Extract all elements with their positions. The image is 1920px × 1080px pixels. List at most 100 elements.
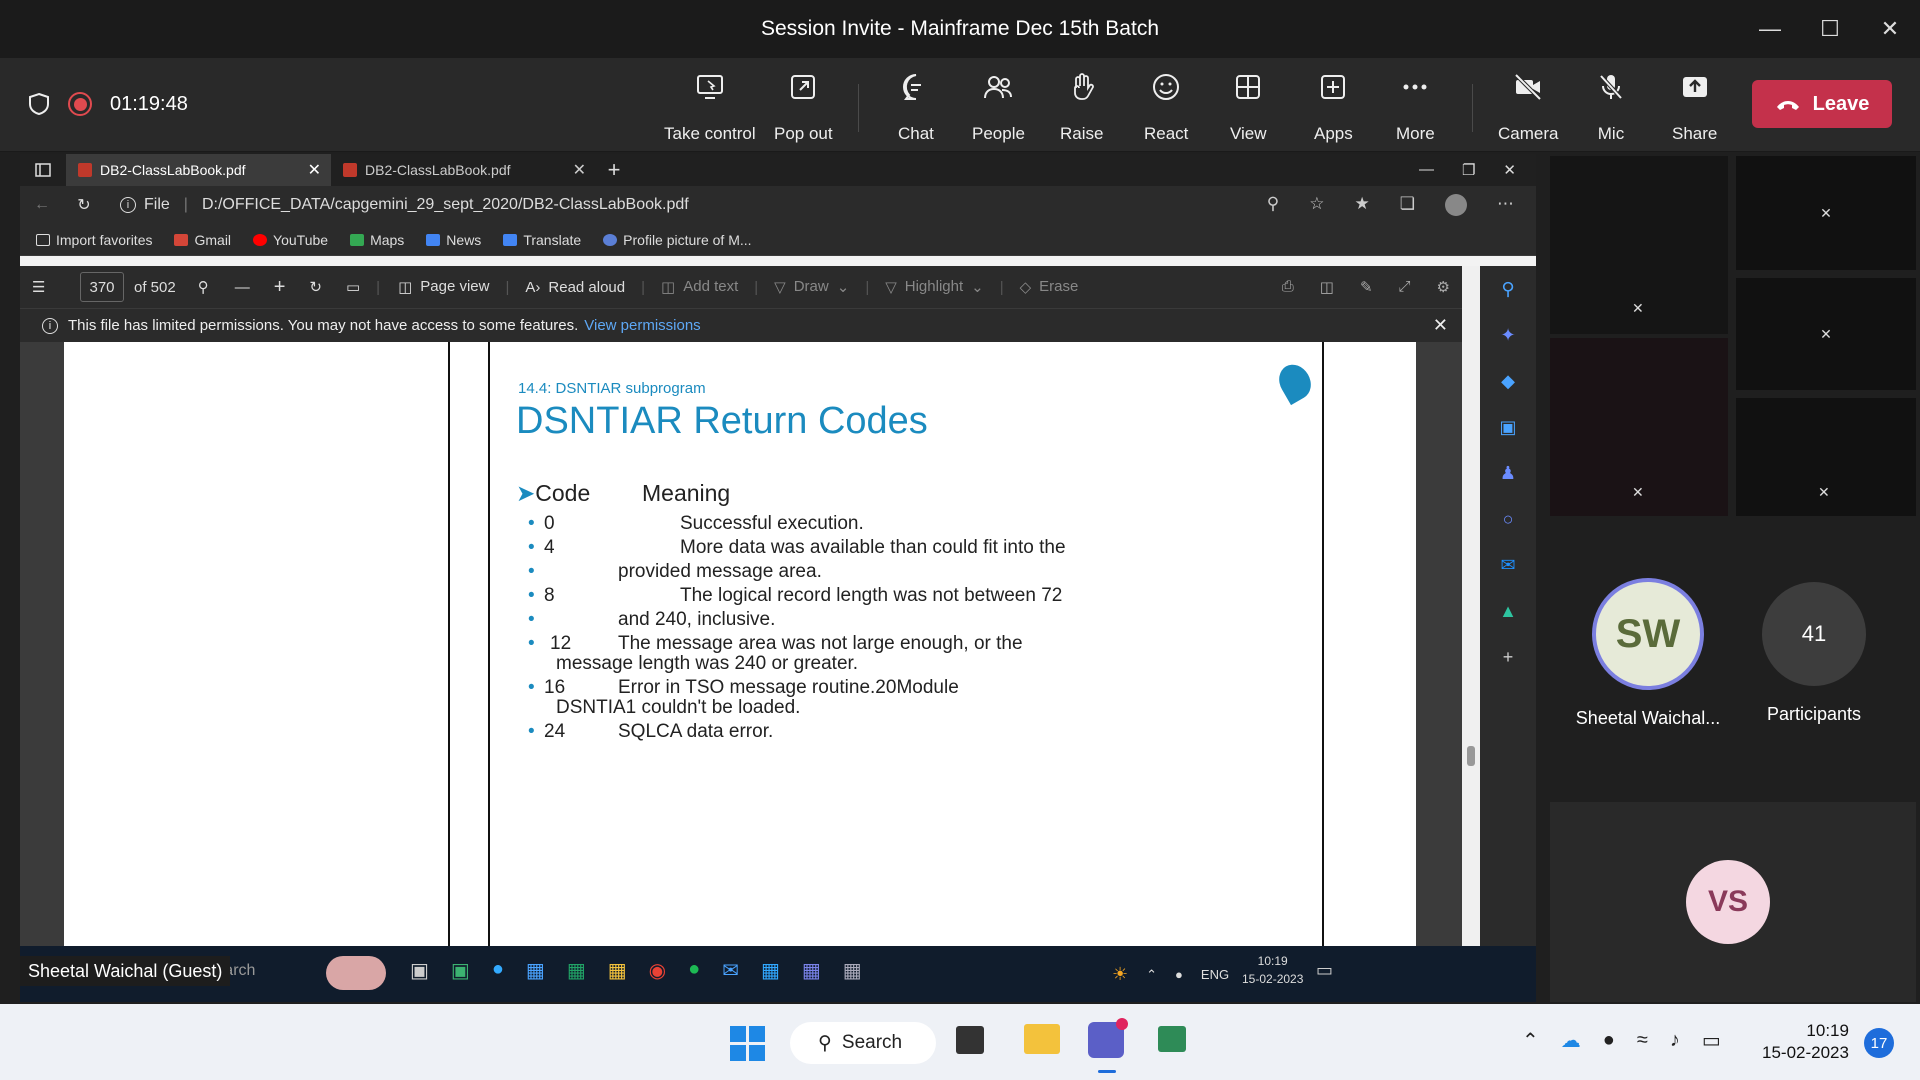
print-icon[interactable]: ⎙: [1282, 278, 1294, 296]
close-tab-icon[interactable]: ✕: [573, 160, 586, 180]
task-view-icon[interactable]: ▣: [410, 958, 429, 983]
zoom-out-icon[interactable]: —: [235, 279, 250, 296]
add-favorite-icon[interactable]: ☆: [1309, 194, 1324, 216]
task-view-icon[interactable]: [956, 1026, 984, 1054]
notification-badge[interactable]: 17: [1864, 1028, 1894, 1058]
collections-icon[interactable]: ❏: [1400, 194, 1415, 216]
sidebar-search-icon[interactable]: ⚲: [1480, 266, 1536, 312]
sidebar-tools-icon[interactable]: ▣: [1480, 404, 1536, 450]
wifi-icon[interactable]: ≈: [1637, 1029, 1648, 1052]
excel-icon[interactable]: ▦: [567, 958, 586, 983]
highlight-button[interactable]: ▽ Highlight ⌄: [885, 278, 984, 296]
page-view-button[interactable]: ◫ Page view: [398, 278, 489, 296]
people-button[interactable]: People: [972, 72, 1025, 144]
save-icon[interactable]: ◫: [1320, 278, 1334, 296]
view-permissions-link[interactable]: View permissions: [584, 317, 700, 334]
sidebar-games-icon[interactable]: ♟: [1480, 450, 1536, 496]
photoshop-icon[interactable]: ▦: [761, 958, 780, 983]
maximize-button[interactable]: ☐: [1800, 0, 1860, 58]
erase-button[interactable]: ◇ Erase: [1020, 278, 1079, 296]
fav-youtube[interactable]: YouTube: [253, 232, 328, 248]
participant-tile[interactable]: VS: [1550, 802, 1916, 1002]
fit-page-icon[interactable]: ▭: [346, 278, 360, 296]
video-tile[interactable]: ✕: [1550, 338, 1728, 516]
edge-icon[interactable]: ●: [492, 958, 504, 983]
sidebar-shopping-icon[interactable]: ◆: [1480, 358, 1536, 404]
chevron-up-icon[interactable]: ⌃: [1146, 967, 1157, 983]
notification-icon[interactable]: ▭: [1316, 960, 1333, 981]
leave-button[interactable]: Leave: [1752, 80, 1892, 128]
sidebar-outlook-icon[interactable]: ✉: [1480, 542, 1536, 588]
browser-minimize-icon[interactable]: —: [1419, 161, 1434, 179]
read-aloud-button[interactable]: A› Read aloud: [525, 279, 625, 296]
sidebar-add-icon[interactable]: +: [1480, 634, 1536, 680]
add-text-button[interactable]: ◫ Add text: [661, 278, 738, 296]
close-button[interactable]: ✕: [1860, 0, 1920, 58]
teams-icon[interactable]: ▦: [802, 958, 821, 983]
clock[interactable]: 10:19 15-02-2023: [1762, 1020, 1849, 1064]
remote-desktop-icon[interactable]: [1158, 1026, 1186, 1052]
react-button[interactable]: React: [1144, 72, 1188, 144]
sidebar-discover-icon[interactable]: ✦: [1480, 312, 1536, 358]
teams-icon[interactable]: [1088, 1018, 1128, 1058]
camera-button[interactable]: Camera: [1498, 72, 1558, 144]
video-tile[interactable]: ✕: [1736, 398, 1916, 516]
fav-maps[interactable]: Maps: [350, 232, 404, 248]
app-icon[interactable]: ▣: [451, 958, 470, 983]
chrome-icon[interactable]: ◉: [649, 958, 666, 983]
sidebar-drop-icon[interactable]: ▲: [1480, 588, 1536, 634]
save-as-icon[interactable]: ✎: [1360, 278, 1373, 296]
explorer-icon[interactable]: ▦: [608, 958, 627, 983]
pdf-settings-icon[interactable]: ⚙: [1437, 278, 1450, 296]
search-icon[interactable]: ⚲: [198, 278, 209, 296]
video-tile[interactable]: ✕: [1550, 156, 1728, 334]
browser-restore-icon[interactable]: ❐: [1462, 161, 1475, 179]
pdf-scrollbar[interactable]: [1462, 266, 1480, 1002]
tab-pdf-1[interactable]: DB2-ClassLabBook.pdf ✕: [66, 154, 331, 186]
fullscreen-icon[interactable]: ⤢: [1399, 278, 1411, 296]
zoom-icon[interactable]: ⚲: [1267, 194, 1279, 216]
browser-close-icon[interactable]: ✕: [1503, 161, 1516, 179]
fav-gmail[interactable]: Gmail: [174, 232, 231, 248]
volume-icon[interactable]: ♪: [1670, 1029, 1680, 1052]
fav-translate[interactable]: Translate: [503, 232, 581, 248]
close-tab-icon[interactable]: ✕: [308, 160, 321, 180]
zoom-in-icon[interactable]: +: [274, 276, 286, 299]
view-button[interactable]: View: [1230, 72, 1267, 144]
rotate-icon[interactable]: ↻: [309, 278, 322, 296]
new-tab-button[interactable]: +: [596, 157, 632, 183]
file-explorer-icon[interactable]: [1024, 1024, 1060, 1054]
video-tile[interactable]: ✕: [1736, 156, 1916, 270]
more-button[interactable]: More: [1396, 72, 1435, 144]
scrollbar-thumb[interactable]: [1467, 746, 1475, 766]
start-icon[interactable]: [730, 1026, 765, 1061]
raise-hand-button[interactable]: Raise: [1060, 72, 1103, 144]
refresh-icon[interactable]: ↻: [64, 195, 104, 215]
other-app-icon[interactable]: ▦: [843, 958, 862, 983]
chevron-up-icon[interactable]: ⌃: [1522, 1028, 1539, 1053]
tab-pdf-2[interactable]: DB2-ClassLabBook.pdf ✕: [331, 154, 596, 186]
page-number-input[interactable]: 370: [80, 272, 124, 302]
apps-button[interactable]: Apps: [1314, 72, 1353, 144]
fav-import[interactable]: Import favorites: [36, 232, 152, 248]
mic-icon[interactable]: ●: [1175, 967, 1183, 982]
site-info[interactable]: i File: [120, 196, 170, 214]
spotify-icon[interactable]: ●: [688, 958, 700, 983]
sidebar-office-icon[interactable]: ○: [1480, 496, 1536, 542]
mic-button[interactable]: Mic: [1596, 72, 1626, 144]
fav-news[interactable]: News: [426, 232, 481, 248]
pop-out-button[interactable]: Pop out: [774, 72, 833, 144]
battery-icon[interactable]: ▭: [1702, 1028, 1721, 1053]
back-icon[interactable]: ←: [20, 196, 64, 214]
share-button[interactable]: Share: [1672, 72, 1717, 144]
contents-icon[interactable]: ☰: [32, 278, 45, 296]
draw-button[interactable]: ▽ Draw ⌄: [774, 278, 849, 296]
minimize-button[interactable]: —: [1740, 0, 1800, 58]
avatar[interactable]: SW: [1592, 578, 1704, 690]
take-control-button[interactable]: Take control: [664, 72, 756, 144]
fav-profile-picture[interactable]: Profile picture of M...: [603, 232, 752, 248]
url-field[interactable]: D:/OFFICE_DATA/capgemini_29_sept_2020/DB…: [202, 196, 689, 214]
favorites-icon[interactable]: ★: [1355, 194, 1370, 216]
taskbar-search[interactable]: ⚲ Search: [790, 1022, 936, 1064]
settings-more-icon[interactable]: ⋯: [1497, 194, 1514, 216]
